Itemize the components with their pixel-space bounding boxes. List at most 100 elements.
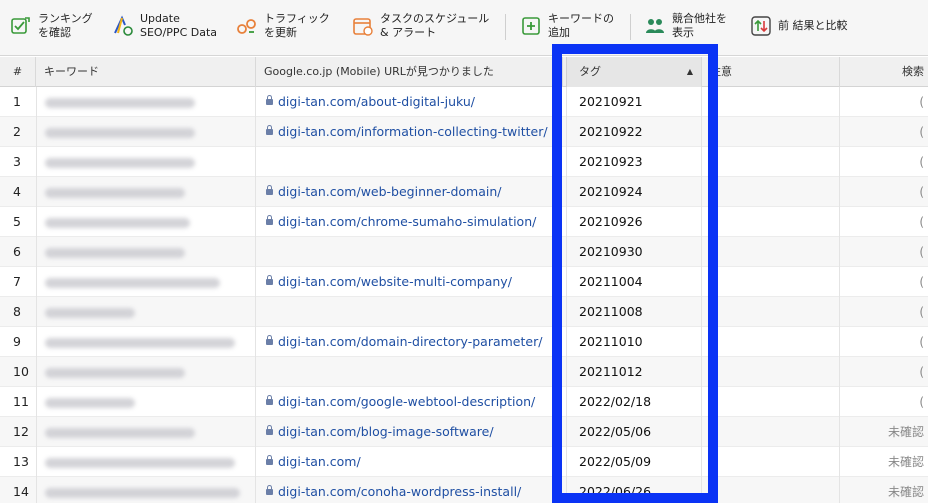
url-cell[interactable]: digi-tan.com/website-multi-company/: [256, 267, 563, 297]
url-link[interactable]: digi-tan.com/chrome-sumaho-simulation/: [278, 214, 536, 229]
table-row[interactable]: 13 digi-tan.com/2022/05/09 未確認: [0, 447, 928, 477]
keyword-cell[interactable]: [36, 147, 256, 177]
tag-cell[interactable]: 20210921: [566, 87, 702, 117]
note-cell[interactable]: [702, 177, 840, 207]
lock-icon: [266, 214, 273, 225]
search-status-cell: (: [919, 275, 924, 289]
check-ranking-button[interactable]: ランキング を確認: [10, 6, 93, 46]
blurred-keyword: [45, 487, 240, 498]
note-cell[interactable]: [702, 327, 840, 357]
note-cell[interactable]: [702, 117, 840, 147]
tag-cell[interactable]: 2022/05/06: [566, 417, 702, 447]
tag-cell[interactable]: 20210930: [566, 237, 702, 267]
keyword-cell[interactable]: [36, 207, 256, 237]
tag-cell[interactable]: 20210922: [566, 117, 702, 147]
table-row[interactable]: 2 digi-tan.com/information-collecting-twi…: [0, 117, 928, 147]
note-cell[interactable]: [702, 207, 840, 237]
tag-cell[interactable]: 20210924: [566, 177, 702, 207]
note-cell[interactable]: [702, 147, 840, 177]
lock-icon: [266, 394, 273, 405]
url-link[interactable]: digi-tan.com/about-digital-juku/: [278, 94, 475, 109]
url-cell[interactable]: digi-tan.com/google-webtool-description/: [256, 387, 563, 417]
column-header-tag-label: タグ: [579, 65, 601, 78]
url-link[interactable]: digi-tan.com/google-webtool-description/: [278, 394, 535, 409]
url-link[interactable]: digi-tan.com/website-multi-company/: [278, 274, 512, 289]
keyword-cell[interactable]: [36, 417, 256, 447]
url-link[interactable]: digi-tan.com/blog-image-software/: [278, 424, 494, 439]
tag-cell[interactable]: 20210923: [566, 147, 702, 177]
tag-cell[interactable]: 2022/05/09: [566, 447, 702, 477]
url-cell[interactable]: digi-tan.com/about-digital-juku/: [256, 87, 563, 117]
keyword-cell[interactable]: [36, 87, 256, 117]
keyword-cell[interactable]: [36, 447, 256, 477]
keyword-cell[interactable]: [36, 177, 256, 207]
tag-cell[interactable]: 20210926: [566, 207, 702, 237]
show-competitors-button[interactable]: 競合他社を 表示: [644, 6, 727, 46]
note-cell[interactable]: [702, 87, 840, 117]
url-link[interactable]: digi-tan.com/domain-directory-parameter/: [278, 334, 542, 349]
table-row[interactable]: 10 20211012 (: [0, 357, 928, 387]
note-cell[interactable]: [702, 387, 840, 417]
column-header-url[interactable]: Google.co.jp (Mobile) URLが見つかりました: [256, 57, 563, 87]
table-row[interactable]: 4 digi-tan.com/web-beginner-domain/202109…: [0, 177, 928, 207]
table-row[interactable]: 9 digi-tan.com/domain-directory-parameter…: [0, 327, 928, 357]
note-cell[interactable]: [702, 267, 840, 297]
note-cell[interactable]: [702, 477, 840, 503]
schedule-alert-button[interactable]: タスクのスケジュール & アラート: [352, 6, 489, 46]
note-cell[interactable]: [702, 417, 840, 447]
url-cell[interactable]: digi-tan.com/conoha-wordpress-install/: [256, 477, 563, 503]
url-cell[interactable]: digi-tan.com/information-collecting-twit…: [256, 117, 563, 147]
plus-icon: [520, 15, 542, 37]
tag-cell[interactable]: 20211004: [566, 267, 702, 297]
note-cell[interactable]: [702, 297, 840, 327]
url-cell[interactable]: digi-tan.com/web-beginner-domain/: [256, 177, 563, 207]
table-row[interactable]: 6 20210930 (: [0, 237, 928, 267]
keyword-cell[interactable]: [36, 327, 256, 357]
table-row[interactable]: 12 digi-tan.com/blog-image-software/2022/…: [0, 417, 928, 447]
blurred-keyword: [45, 127, 195, 138]
note-cell[interactable]: [702, 357, 840, 387]
table-row[interactable]: 7 digi-tan.com/website-multi-company/2021…: [0, 267, 928, 297]
column-header-index[interactable]: #: [0, 57, 36, 87]
note-cell[interactable]: [702, 237, 840, 267]
column-header-keyword[interactable]: キーワード: [36, 57, 256, 87]
column-header-search[interactable]: 検索: [840, 57, 928, 87]
table-row[interactable]: 8 20211008 (: [0, 297, 928, 327]
url-link[interactable]: digi-tan.com/information-collecting-twit…: [278, 124, 548, 139]
tag-cell[interactable]: 20211010: [566, 327, 702, 357]
url-cell: [256, 357, 563, 387]
update-data-button[interactable]: Update SEO/PPC Data: [112, 6, 217, 46]
keyword-cell[interactable]: [36, 477, 256, 503]
compare-results-button[interactable]: 前 結果と比較: [750, 6, 848, 46]
keyword-cell[interactable]: [36, 117, 256, 147]
url-cell[interactable]: digi-tan.com/chrome-sumaho-simulation/: [256, 207, 563, 237]
keyword-cell[interactable]: [36, 297, 256, 327]
sort-ascending-icon: ▲: [686, 67, 693, 76]
url-cell[interactable]: digi-tan.com/domain-directory-parameter/: [256, 327, 563, 357]
table-row[interactable]: 14 digi-tan.com/conoha-wordpress-install/…: [0, 477, 928, 503]
note-cell[interactable]: [702, 447, 840, 477]
column-header-tag[interactable]: タグ ▲: [566, 57, 702, 87]
row-index: 10: [13, 364, 29, 379]
table-row[interactable]: 5 digi-tan.com/chrome-sumaho-simulation/2…: [0, 207, 928, 237]
table-row[interactable]: 11 digi-tan.com/google-webtool-descriptio…: [0, 387, 928, 417]
url-link[interactable]: digi-tan.com/: [278, 454, 361, 469]
url-cell[interactable]: digi-tan.com/: [256, 447, 563, 477]
tag-cell[interactable]: 20211012: [566, 357, 702, 387]
add-keyword-button[interactable]: キーワードの 追加: [520, 6, 614, 46]
keyword-cell[interactable]: [36, 267, 256, 297]
keyword-cell[interactable]: [36, 237, 256, 267]
keyword-cell[interactable]: [36, 357, 256, 387]
table-row[interactable]: 1 digi-tan.com/about-digital-juku/2021092…: [0, 87, 928, 117]
tag-cell[interactable]: 2022/06/26: [566, 477, 702, 503]
url-link[interactable]: digi-tan.com/web-beginner-domain/: [278, 184, 502, 199]
update-traffic-button[interactable]: トラフィック を更新: [236, 6, 330, 46]
tag-cell[interactable]: 20211008: [566, 297, 702, 327]
table-row[interactable]: 3 20210923 (: [0, 147, 928, 177]
url-cell[interactable]: digi-tan.com/blog-image-software/: [256, 417, 563, 447]
tag-cell[interactable]: 2022/02/18: [566, 387, 702, 417]
column-header-note[interactable]: 注意: [702, 57, 840, 87]
lock-icon: [266, 274, 273, 285]
url-link[interactable]: digi-tan.com/conoha-wordpress-install/: [278, 484, 521, 499]
keyword-cell[interactable]: [36, 387, 256, 417]
